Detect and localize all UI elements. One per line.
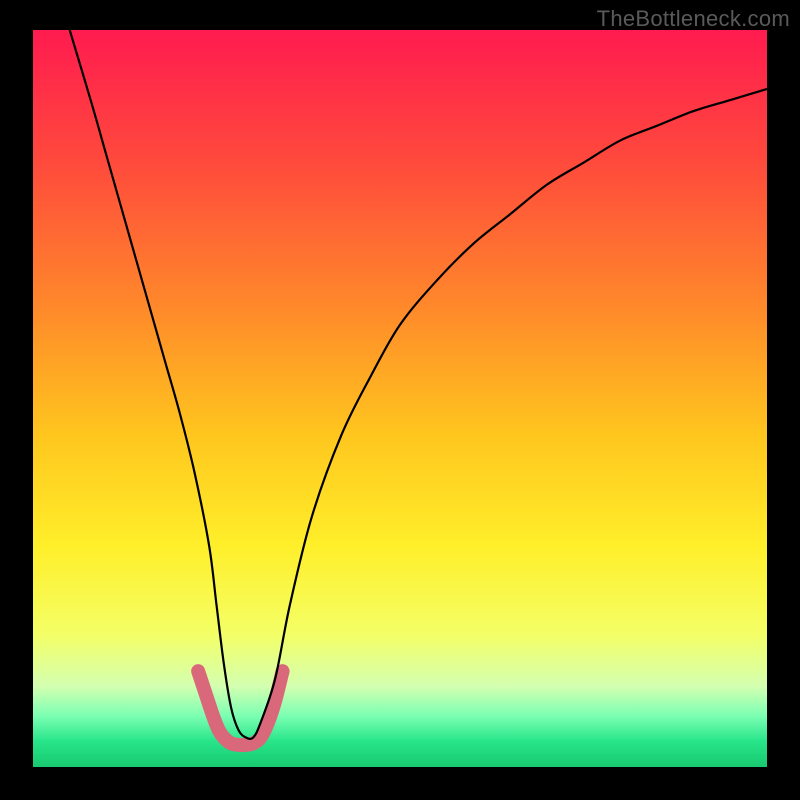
chart-frame: [33, 30, 767, 767]
gradient-background: [33, 30, 767, 767]
watermark-text: TheBottleneck.com: [597, 6, 790, 32]
bottleneck-chart: [33, 30, 767, 767]
